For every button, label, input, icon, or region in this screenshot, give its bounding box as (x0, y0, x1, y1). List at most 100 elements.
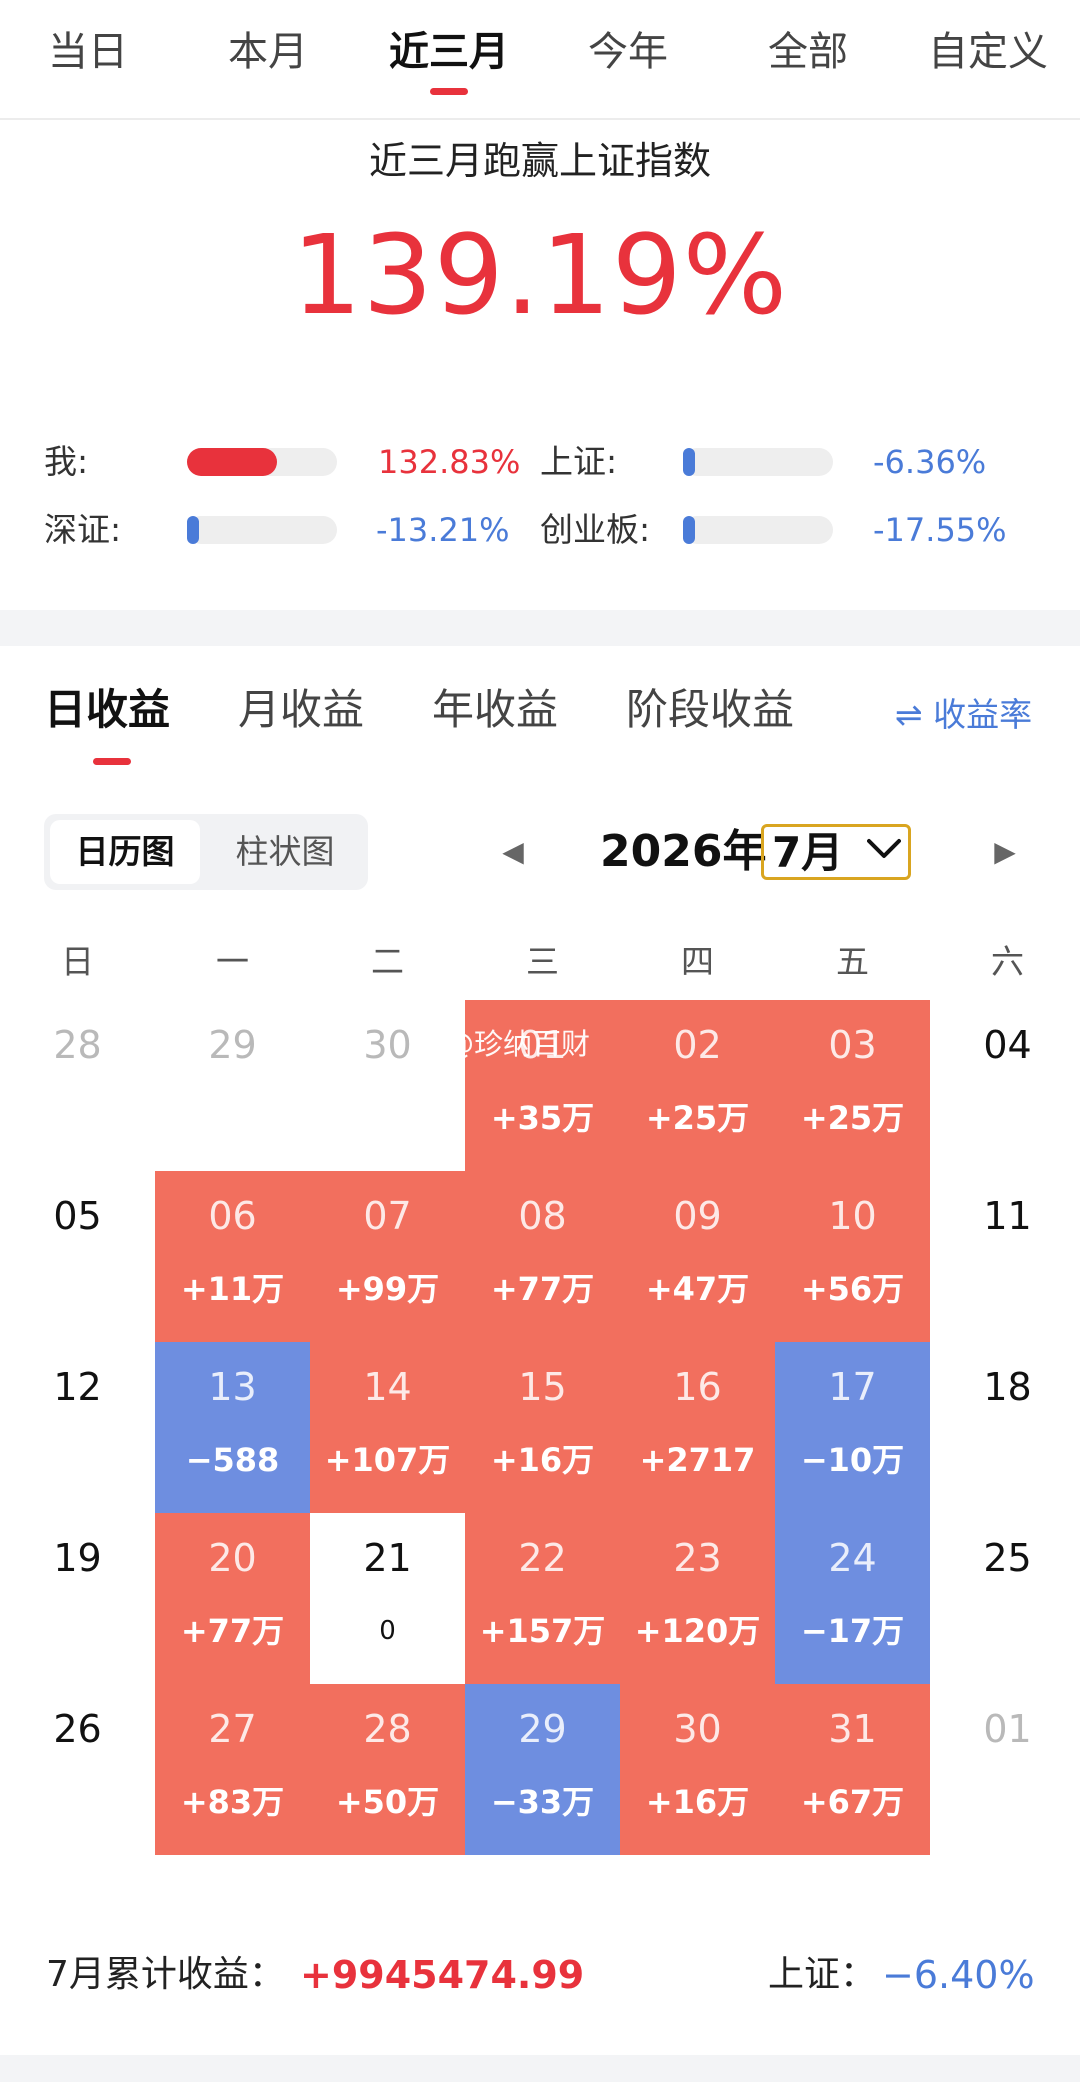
weekday-label: 二 (371, 942, 404, 981)
period-tabs: 当日 本月 近三月 今年 全部 自定义 (0, 0, 1080, 120)
tab-this-year[interactable]: 今年 (553, 22, 703, 82)
calendar-day-cell: 01 (930, 1684, 1080, 1855)
calendar-day-cell[interactable]: 27 +83万 (155, 1684, 310, 1855)
comparison-value-shenzhen: -13.21% (376, 511, 510, 549)
comparison-bar-chinext (683, 516, 833, 544)
shanghai-index-label: 上证： (768, 1954, 877, 1995)
calendar-day-cell[interactable]: 13 −588 (155, 1342, 310, 1513)
calendar-day-number: 19 (53, 1536, 102, 1580)
calendar-day-number: 16 (673, 1365, 722, 1409)
calendar-day-earnings: +25万 (645, 1099, 750, 1137)
calendar-day-earnings: +56万 (800, 1270, 905, 1308)
calendar-day-cell[interactable]: 22 +157万 (465, 1513, 620, 1684)
calendar-day-cell: 18 (930, 1342, 1080, 1513)
calendar-day-cell[interactable]: 21 0 (310, 1513, 465, 1684)
calendar-day-number: 29 (518, 1707, 567, 1751)
calendar-day-cell[interactable]: 23 +120万 (620, 1513, 775, 1684)
calendar-day-cell[interactable]: 10 +56万 (775, 1171, 930, 1342)
active-tab-indicator (430, 88, 468, 95)
calendar-day-earnings: +99万 (335, 1270, 440, 1308)
month-select-value: 7月 (772, 828, 844, 877)
chevron-down-icon (867, 839, 901, 858)
calendar-day-number: 18 (983, 1365, 1032, 1409)
calendar-day-cell[interactable]: 29 −33万 (465, 1684, 620, 1855)
tab-last-three-months[interactable]: 近三月 (374, 22, 524, 82)
tab-yearly-earnings[interactable]: 年收益 (432, 680, 558, 740)
calendar-day-cell[interactable]: 31 +67万 (775, 1684, 930, 1855)
calendar-day-number: 25 (983, 1536, 1032, 1580)
comparison-label-shenzhen: 深证: (44, 510, 122, 549)
section-divider (0, 610, 1080, 646)
calendar-day-cell[interactable]: 07 +99万 (310, 1171, 465, 1342)
calendar-day-cell[interactable]: 14 +107万 (310, 1342, 465, 1513)
calendar-day-cell[interactable]: 17 −10万 (775, 1342, 930, 1513)
calendar-day-number: 15 (518, 1365, 567, 1409)
calendar-day-number: 22 (518, 1536, 567, 1580)
month-select[interactable]: 7月 (761, 824, 911, 880)
calendar-day-earnings: 0 (379, 1616, 396, 1646)
calendar-day-cell[interactable]: 03 +25万 (775, 1000, 930, 1171)
calendar-day-cell[interactable]: 06 +11万 (155, 1171, 310, 1342)
active-earnings-tab-indicator (93, 758, 131, 765)
calendar-day-number: 04 (983, 1023, 1032, 1067)
calendar-day-number: 06 (208, 1194, 257, 1238)
calendar-day-number: 30 (363, 1023, 412, 1067)
calendar-day-earnings: +16万 (490, 1441, 595, 1479)
tab-all[interactable]: 全部 (733, 22, 883, 82)
calendar-day-earnings: +77万 (180, 1612, 285, 1650)
comparison-bar-fill-shenzhen (187, 516, 199, 544)
calendar-day-cell[interactable]: 30 +16万 (620, 1684, 775, 1855)
tab-today[interactable]: 当日 (13, 22, 163, 82)
calendar-day-number: 20 (208, 1536, 257, 1580)
shanghai-index-value: −6.40% (882, 1953, 1035, 1997)
calendar-day-cell: 05 (0, 1171, 155, 1342)
calendar-day-cell[interactable]: 08 +77万 (465, 1171, 620, 1342)
calendar-day-number: 12 (53, 1365, 102, 1409)
calendar-day-number: 13 (208, 1365, 257, 1409)
calendar-day-cell[interactable]: 16 +2717 (620, 1342, 775, 1513)
calendar-day-cell: 19 (0, 1513, 155, 1684)
calendar-day-earnings: +77万 (490, 1270, 595, 1308)
comparison-value-shanghai: -6.36% (873, 443, 987, 481)
calendar-day-cell: 12 (0, 1342, 155, 1513)
tab-this-month[interactable]: 本月 (193, 22, 343, 82)
calendar-day-earnings: +107万 (324, 1441, 451, 1479)
tab-period-earnings[interactable]: 阶段收益 (626, 680, 794, 740)
calendar-day-number: 30 (673, 1707, 722, 1751)
calendar-day-number: 21 (363, 1536, 412, 1580)
tab-custom[interactable]: 自定义 (913, 22, 1063, 82)
calendar-day-cell[interactable]: 28 +50万 (310, 1684, 465, 1855)
calendar-day-earnings: +50万 (335, 1783, 440, 1821)
tab-monthly-earnings[interactable]: 月收益 (238, 680, 364, 740)
calendar-day-number: 26 (53, 1707, 102, 1751)
calendar-day-number: 17 (828, 1365, 877, 1409)
calendar-day-cell[interactable]: 24 −17万 (775, 1513, 930, 1684)
calendar-day-number: 23 (673, 1536, 722, 1580)
calendar-day-number: 03 (828, 1023, 877, 1067)
calendar-view-button[interactable]: 日历图 (50, 820, 200, 884)
calendar-day-cell[interactable]: 15 +16万 (465, 1342, 620, 1513)
calendar-day-earnings: −10万 (800, 1441, 905, 1479)
calendar-day-earnings: +47万 (645, 1270, 750, 1308)
year-label: 2026年 (600, 826, 767, 877)
calendar-day-earnings: +83万 (180, 1783, 285, 1821)
calendar-day-cell[interactable]: 20 +77万 (155, 1513, 310, 1684)
return-rate-link[interactable]: ⇌ 收益率 (895, 690, 1032, 740)
calendar-day-number: 07 (363, 1194, 412, 1238)
calendar-day-number: 09 (673, 1194, 722, 1238)
weekday-label: 四 (681, 942, 714, 981)
calendar-day-earnings: +35万 (490, 1099, 595, 1137)
calendar-day-number: 08 (518, 1194, 567, 1238)
tab-daily-earnings[interactable]: 日收益 (44, 680, 170, 740)
calendar-day-earnings: +2717 (639, 1441, 756, 1479)
calendar-day-cell[interactable]: 02 +25万 (620, 1000, 775, 1171)
bar-view-button[interactable]: 柱状图 (210, 820, 360, 884)
prev-month-icon[interactable]: ◀ (493, 830, 533, 874)
watermark: @珍纳百财 (445, 1027, 591, 1061)
weekday-label: 三 (526, 942, 559, 981)
calendar-day-cell[interactable]: 09 +47万 (620, 1171, 775, 1342)
calendar-day-number: 29 (208, 1023, 257, 1067)
calendar-day-cell: 26 (0, 1684, 155, 1855)
next-month-icon[interactable]: ▶ (985, 830, 1025, 874)
calendar-day-earnings: −33万 (490, 1783, 595, 1821)
